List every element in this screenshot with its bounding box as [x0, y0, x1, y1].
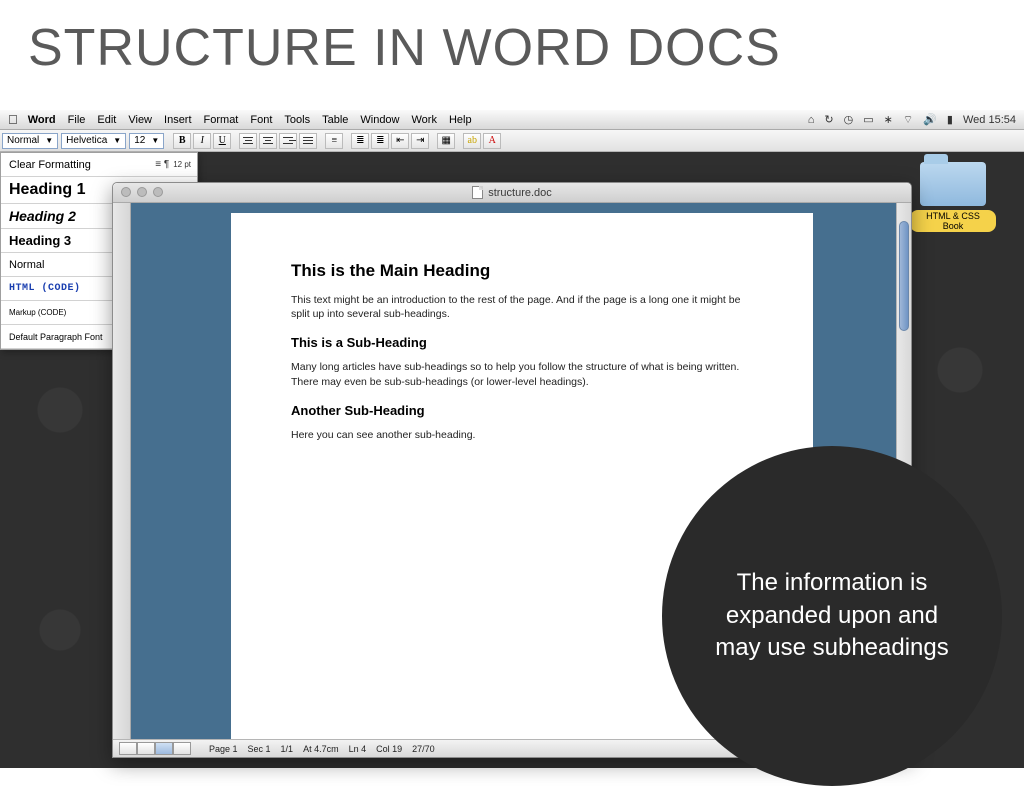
display-icon[interactable]: ▭: [863, 113, 873, 126]
word-formatting-toolbar: Normal▼ Helvetica▼ 12▼ B I U ≡ ≣ ≣ ⇤ ⇥ ▦…: [0, 130, 1024, 152]
folder-label: HTML & CSS Book: [910, 210, 996, 232]
style-clear-formatting[interactable]: Clear Formatting ≡ ¶ 12 pt: [1, 153, 197, 177]
desktop-folder[interactable]: HTML & CSS Book: [910, 162, 996, 234]
borders-button[interactable]: ▦: [437, 133, 455, 149]
callout-text: The information is expanded upon and may…: [702, 567, 962, 664]
style-select-value: Normal: [7, 135, 39, 146]
menubar-help[interactable]: Help: [449, 114, 472, 126]
view-page-layout-button[interactable]: [155, 742, 173, 755]
doc-sub-heading: This is a Sub-Heading: [291, 335, 753, 350]
menubar-app[interactable]: Word: [28, 114, 56, 126]
align-right-button[interactable]: [279, 133, 297, 149]
doc-paragraph: Here you can see another sub-heading.: [291, 428, 753, 442]
menubar-window[interactable]: Window: [360, 114, 399, 126]
status-section: Sec 1: [248, 744, 271, 754]
bluetooth-icon[interactable]: ∗: [884, 113, 893, 126]
apple-menu-icon[interactable]: : [8, 112, 18, 127]
menubar-table[interactable]: Table: [322, 114, 348, 126]
slide-title: STRUCTURE IN WORD DOCS: [0, 0, 1024, 88]
sync-icon[interactable]: ↻: [824, 113, 833, 126]
highlight-button[interactable]: ab: [463, 133, 481, 149]
italic-button[interactable]: I: [193, 133, 211, 149]
window-titlebar[interactable]: structure.doc: [113, 183, 911, 203]
dropbox-icon[interactable]: ⌂: [808, 114, 815, 126]
status-column: Col 19: [376, 744, 402, 754]
callout-bubble: The information is expanded upon and may…: [662, 446, 1002, 786]
font-select[interactable]: Helvetica▼: [61, 133, 126, 149]
doc-sub-heading: Another Sub-Heading: [291, 403, 753, 418]
menubar-insert[interactable]: Insert: [164, 114, 192, 126]
menubar-work[interactable]: Work: [412, 114, 437, 126]
close-button[interactable]: [121, 187, 131, 197]
underline-button[interactable]: U: [213, 133, 231, 149]
volume-icon[interactable]: 🔊: [923, 113, 937, 126]
doc-paragraph: Many long articles have sub-headings so …: [291, 360, 753, 388]
view-normal-button[interactable]: [119, 742, 137, 755]
wifi-icon[interactable]: ⌔: [903, 113, 913, 127]
status-word-count: 27/70: [412, 744, 435, 754]
align-center-button[interactable]: [259, 133, 277, 149]
style-label: Clear Formatting: [9, 159, 155, 171]
zoom-button[interactable]: [153, 187, 163, 197]
menubar-view[interactable]: View: [128, 114, 152, 126]
status-page-count: 1/1: [281, 744, 294, 754]
indent-button[interactable]: ⇥: [411, 133, 429, 149]
style-select[interactable]: Normal▼: [2, 133, 58, 149]
mac-desktop:  Word File Edit View Insert Format Font…: [0, 110, 1024, 768]
numbered-list-button[interactable]: ≣: [351, 133, 369, 149]
font-select-value: Helvetica: [66, 135, 107, 146]
doc-paragraph: This text might be an introduction to th…: [291, 293, 753, 321]
font-color-button[interactable]: A: [483, 133, 501, 149]
view-notebook-button[interactable]: [173, 742, 191, 755]
minimize-button[interactable]: [137, 187, 147, 197]
clock[interactable]: Wed 15:54: [963, 114, 1016, 126]
timemachine-icon[interactable]: ◷: [844, 113, 854, 126]
menubar-tools[interactable]: Tools: [284, 114, 310, 126]
menubar-file[interactable]: File: [68, 114, 86, 126]
menubar-font[interactable]: Font: [250, 114, 272, 126]
align-left-button[interactable]: [239, 133, 257, 149]
bullet-list-button[interactable]: ≣: [371, 133, 389, 149]
battery-icon[interactable]: ▮: [947, 113, 953, 126]
status-line: Ln 4: [349, 744, 367, 754]
scroll-thumb[interactable]: [899, 221, 909, 331]
align-justify-button[interactable]: [299, 133, 317, 149]
status-at: At 4.7cm: [303, 744, 339, 754]
size-select[interactable]: 12▼: [129, 133, 164, 149]
size-select-value: 12: [134, 135, 145, 146]
vertical-ruler[interactable]: [113, 203, 131, 739]
status-page: Page 1: [209, 744, 238, 754]
paragraph-icon: ≡ ¶: [155, 159, 169, 170]
outdent-button[interactable]: ⇤: [391, 133, 409, 149]
folder-icon: [920, 162, 986, 206]
window-title: structure.doc: [488, 187, 552, 199]
menubar-edit[interactable]: Edit: [97, 114, 116, 126]
doc-main-heading: This is the Main Heading: [291, 261, 753, 281]
mac-menubar:  Word File Edit View Insert Format Font…: [0, 110, 1024, 130]
bold-button[interactable]: B: [173, 133, 191, 149]
menubar-format[interactable]: Format: [204, 114, 239, 126]
style-pt: 12 pt: [173, 160, 191, 169]
line-spacing-button[interactable]: ≡: [325, 133, 343, 149]
document-icon: [472, 186, 483, 199]
view-outline-button[interactable]: [137, 742, 155, 755]
